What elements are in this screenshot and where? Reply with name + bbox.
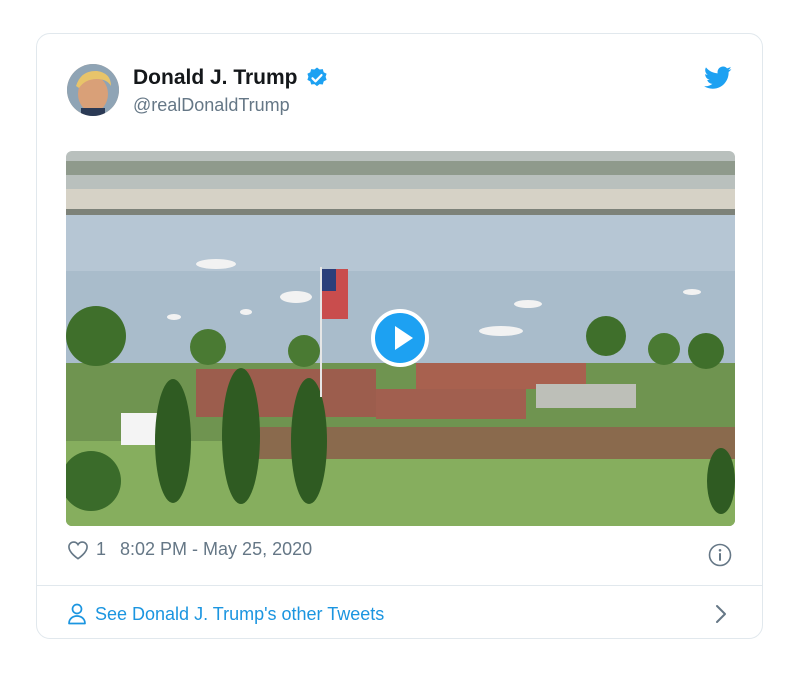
divider bbox=[37, 585, 762, 586]
author-name[interactable]: Donald J. Trump bbox=[133, 66, 298, 90]
timestamp[interactable]: 8:02 PM - May 25, 2020 bbox=[120, 539, 312, 560]
avatar[interactable] bbox=[67, 64, 119, 116]
video-thumbnail[interactable] bbox=[66, 151, 735, 526]
author-name-row[interactable]: Donald J. Trump bbox=[133, 66, 329, 90]
verified-badge-icon bbox=[306, 67, 327, 87]
like-count: 1 bbox=[96, 539, 107, 559]
tweet-meta: 1 8:02 PM - May 25, 2020 bbox=[67, 539, 312, 560]
play-button[interactable] bbox=[371, 309, 429, 367]
heart-icon[interactable] bbox=[67, 540, 89, 560]
other-tweets-label[interactable]: See Donald J. Trump's other Tweets bbox=[95, 604, 384, 625]
twitter-bird-icon[interactable] bbox=[704, 66, 732, 90]
info-icon[interactable] bbox=[708, 543, 732, 567]
chevron-right-icon[interactable] bbox=[714, 603, 728, 625]
person-icon bbox=[68, 603, 86, 625]
other-tweets-link[interactable]: See Donald J. Trump's other Tweets bbox=[67, 594, 734, 634]
tweet-card: Donald J. Trump @realDonaldTrump 1 8:02 … bbox=[36, 33, 763, 639]
author-handle[interactable]: @realDonaldTrump bbox=[133, 95, 290, 116]
